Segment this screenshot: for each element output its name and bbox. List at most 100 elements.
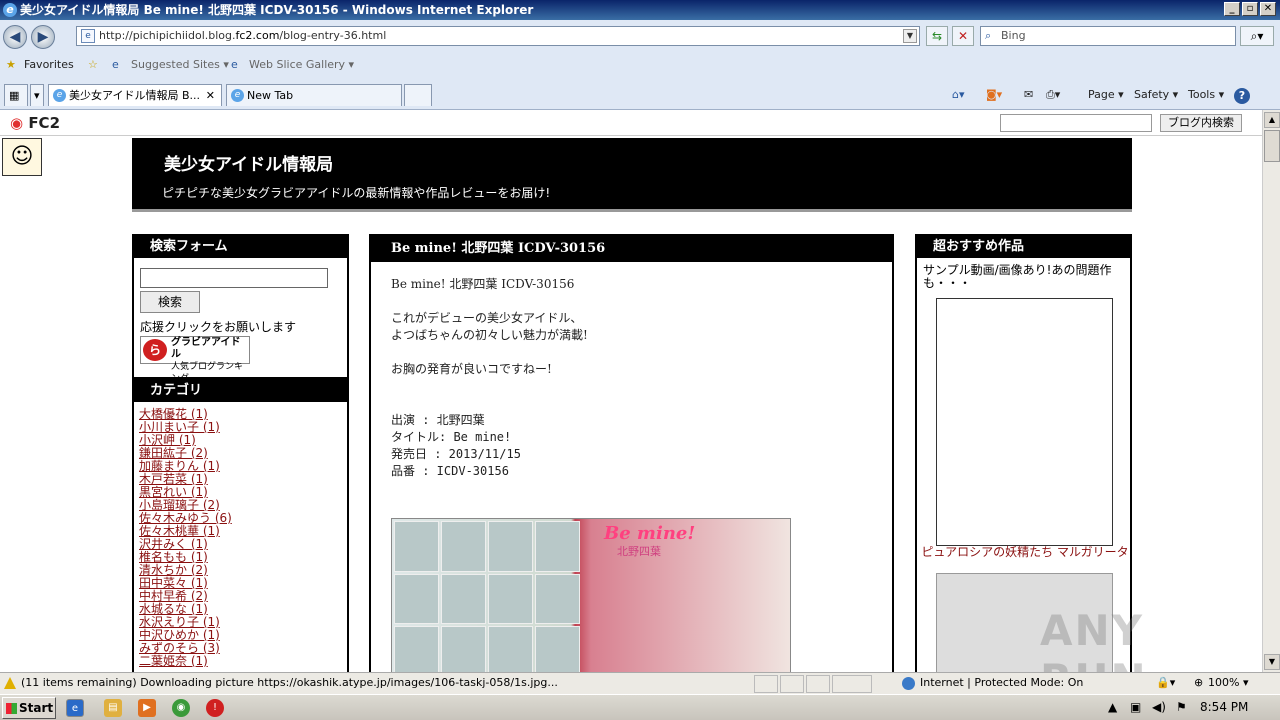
tab-new[interactable]: e New Tab xyxy=(226,84,402,106)
fc2-logo[interactable]: ◉ FC2 xyxy=(10,114,60,132)
protected-mode-icon[interactable]: 🔒▾ xyxy=(1156,673,1175,693)
post-line: お胸の発育が良いコですねー! xyxy=(391,362,552,376)
post-line: これがデビューの美少女アイドル、 xyxy=(391,311,583,325)
network-icon[interactable]: ▣ xyxy=(1130,700,1141,714)
scroll-thumb[interactable] xyxy=(1264,130,1280,162)
blog-header: 美少女アイドル情報局 ピチピチな美少女グラビアアイドルの最新情報や作品レビューを… xyxy=(132,138,1132,212)
forward-button[interactable]: ▶ xyxy=(31,25,55,49)
dvd-cover-image[interactable]: Be mine! 北野四葉 xyxy=(391,518,791,672)
search-go-icon[interactable]: ⌕▾ xyxy=(1240,26,1274,46)
status-bar: (11 items remaining) Downloading picture… xyxy=(0,672,1280,694)
search-form-box: 検索フォーム 検索 応援クリックをお願いします ら グラビアアイドル 人気ブログ… xyxy=(132,234,349,384)
recommend-image[interactable] xyxy=(936,298,1113,546)
url-prefix: http://pichipichiidol.blog. xyxy=(99,29,236,42)
tab-list-icon[interactable]: ▾ xyxy=(30,84,44,106)
home-icon[interactable]: ⌂▾ xyxy=(952,88,965,101)
cover-thumbnails xyxy=(392,519,582,672)
windows-taskbar: Start e ▤ ▶ ◉ ! ▲ ▣ ◀) ⚑ 8:54 PM xyxy=(0,694,1280,720)
tab-blog-label: 美少女アイドル情報局 B... xyxy=(69,89,200,102)
status-segment xyxy=(832,675,872,693)
ie-logo-icon: e xyxy=(3,3,17,17)
blog-post: Be mine! 北野四葉 ICDV-30156 Be mine! 北野四葉 I… xyxy=(369,234,894,672)
address-bar[interactable]: e http://pichipichiidol.blog.fc2.com/blo… xyxy=(76,26,920,46)
blog-title[interactable]: 美少女アイドル情報局 xyxy=(164,150,333,175)
category-heading: カテゴリ xyxy=(134,380,347,402)
cover-name: 北野四葉 xyxy=(617,545,661,558)
fc2-search-input[interactable] xyxy=(1000,114,1152,132)
suggested-sites-link[interactable]: Suggested Sites ▾ xyxy=(131,58,229,71)
search-input[interactable]: ⌕ Bing xyxy=(980,26,1236,46)
banner-text-1: グラビアアイドル xyxy=(171,337,241,360)
spec-release-date: 発売日 : 2013/11/15 xyxy=(391,447,521,461)
tab-blog[interactable]: e 美少女アイドル情報局 B... ✕ xyxy=(48,84,222,106)
search-placeholder: Bing xyxy=(1001,29,1026,42)
stop-icon[interactable]: ✕ xyxy=(952,26,974,46)
spec-title: タイトル: Be mine! xyxy=(391,430,512,444)
category-link[interactable]: 二葉姫奈 (1) xyxy=(139,655,232,668)
spec-product-code: 品番 : ICDV-30156 xyxy=(391,464,509,478)
safety-menu[interactable]: Safety ▾ xyxy=(1134,88,1178,101)
status-segment xyxy=(754,675,778,693)
security-taskbar-icon[interactable]: ! xyxy=(206,699,224,717)
favorites-button[interactable]: Favorites xyxy=(24,58,74,71)
url-path: /blog-entry-36.html xyxy=(279,29,387,42)
maximize-button[interactable]: ▫ xyxy=(1242,2,1258,16)
blog-search-button[interactable]: ブログ内検索 xyxy=(1160,114,1242,132)
clock[interactable]: 8:54 PM xyxy=(1200,700,1248,714)
blog-search-input[interactable] xyxy=(140,268,328,288)
tab-close-icon[interactable]: ✕ xyxy=(206,85,215,107)
tab-ie-icon: e xyxy=(231,89,244,102)
post-title[interactable]: Be mine! 北野四葉 ICDV-30156 xyxy=(371,236,892,262)
url-host: fc2.com xyxy=(235,29,280,42)
media-player-taskbar-icon[interactable]: ▶ xyxy=(138,699,156,717)
volume-icon[interactable]: ◀) xyxy=(1152,700,1166,714)
post-line: よつばちゃんの初々しい魅力が満載! xyxy=(391,328,588,342)
fc2-header-bar: ◉ FC2 ブログ内検索 xyxy=(0,110,1262,136)
mascot-avatar[interactable]: ☺ xyxy=(2,138,42,176)
quick-tabs-icon[interactable]: ▦ xyxy=(4,84,28,106)
vertical-scrollbar[interactable]: ▲ ▼ xyxy=(1262,110,1280,672)
search-button[interactable]: 検索 xyxy=(140,291,200,313)
start-button[interactable]: Start xyxy=(2,697,56,719)
support-click-text: 応援クリックをお願いします xyxy=(140,320,297,334)
help-icon[interactable]: ? xyxy=(1234,88,1250,104)
close-button[interactable]: ✕ xyxy=(1260,2,1276,16)
add-favorites-icon[interactable]: ☆ xyxy=(88,58,98,71)
rss-feed-icon[interactable]: ◙▾ xyxy=(986,88,1002,101)
post-body: Be mine! 北野四葉 ICDV-30156 これがデビューの美少女アイドル… xyxy=(391,276,588,480)
spec-performer: 出演 : 北野四葉 xyxy=(391,413,485,427)
print-icon[interactable]: ⎙▾ xyxy=(1046,88,1060,102)
explorer-taskbar-icon[interactable]: ▤ xyxy=(104,699,122,717)
favorites-star-icon[interactable]: ★ xyxy=(6,58,16,71)
refresh-icon[interactable]: ⇆ xyxy=(926,26,948,46)
tray-expand-icon[interactable]: ▲ xyxy=(1108,700,1117,714)
ranking-logo-icon: ら xyxy=(143,339,167,361)
search-form-heading: 検索フォーム xyxy=(134,236,347,258)
post-line: Be mine! 北野四葉 ICDV-30156 xyxy=(391,277,575,291)
new-tab-button[interactable] xyxy=(404,84,432,106)
window-titlebar: e 美少女アイドル情報局 Be mine! 北野四葉 ICDV-30156 - … xyxy=(0,0,1280,20)
ie-taskbar-icon[interactable]: e xyxy=(66,699,84,717)
scroll-down-icon[interactable]: ▼ xyxy=(1264,654,1280,670)
page-menu[interactable]: Page ▾ xyxy=(1088,88,1124,101)
recommend-link[interactable]: ピュアロシアの妖精たち マルガリータ xyxy=(921,546,1129,559)
page-content: 美少女アイドル情報局 ピチピチな美少女グラビアアイドルの最新情報や作品レビューを… xyxy=(0,136,1262,672)
zone-text: Internet | Protected Mode: On xyxy=(920,676,1084,689)
status-text: (11 items remaining) Downloading picture… xyxy=(21,676,558,689)
scroll-up-icon[interactable]: ▲ xyxy=(1264,112,1280,128)
action-center-flag-icon[interactable]: ⚑ xyxy=(1176,700,1187,714)
read-mail-icon[interactable]: ✉ xyxy=(1024,88,1033,101)
status-segment xyxy=(806,675,830,693)
tools-menu[interactable]: Tools ▾ xyxy=(1188,88,1224,101)
back-button[interactable]: ◀ xyxy=(3,25,27,49)
web-slice-gallery-link[interactable]: Web Slice Gallery ▾ xyxy=(249,58,354,71)
web-slice-icon: e xyxy=(231,58,238,71)
zoom-level[interactable]: 100% ▾ xyxy=(1208,673,1248,693)
chrome-taskbar-icon[interactable]: ◉ xyxy=(172,699,190,717)
ranking-banner[interactable]: ら グラビアアイドル 人気ブログランキング xyxy=(140,336,250,384)
address-dropdown-icon[interactable]: ▼ xyxy=(903,29,917,43)
tab-new-label: New Tab xyxy=(247,89,294,102)
recommend-heading: 超おすすめ作品 xyxy=(917,236,1130,258)
windows-flag-icon xyxy=(6,703,17,714)
minimize-button[interactable]: _ xyxy=(1224,2,1240,16)
